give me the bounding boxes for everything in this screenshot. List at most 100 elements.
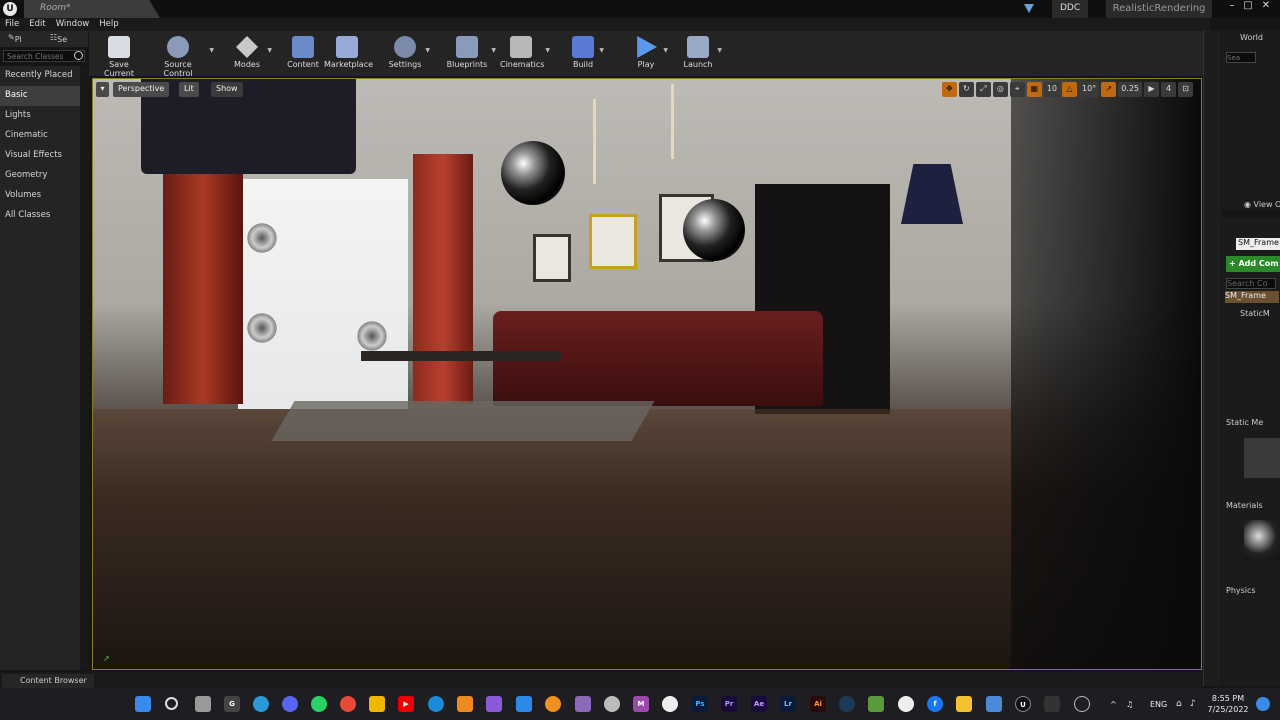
scene-picture-frame[interactable] [533,234,571,282]
scale-snap-value[interactable]: 0.25 [1118,82,1142,97]
minimize-icon[interactable]: – [1224,0,1240,14]
blender-icon[interactable] [545,696,561,712]
point-light-icon[interactable] [355,319,389,353]
cinematics-button[interactable]: Cinematics ▼ [500,33,550,73]
app-m-icon[interactable]: M [633,696,649,712]
category-recently-placed[interactable]: Recently Placed [0,66,80,86]
search-icon[interactable] [165,697,178,710]
unreal-taskbar-icon[interactable]: U [1015,696,1031,712]
perspective-button[interactable]: Perspective [113,82,170,97]
scale-tool-icon[interactable]: ⤢ [975,82,991,97]
photoshop-icon[interactable]: Ps [692,696,708,712]
section-static-mesh[interactable]: Static Me [1226,418,1263,427]
volume-icon[interactable]: ♪ [1190,699,1196,709]
start-icon[interactable] [135,696,151,712]
after-effects-icon[interactable]: Ae [751,696,767,712]
section-materials[interactable]: Materials [1226,501,1263,510]
view-options-button[interactable]: ◉ View O [1244,200,1280,209]
build-button[interactable]: Build ▼ [570,33,604,73]
reflection-capture-icon[interactable] [501,141,565,205]
visual-studio-icon[interactable] [486,696,502,712]
sublime-icon[interactable] [457,696,473,712]
menu-file[interactable]: File [0,18,24,30]
photos-icon[interactable] [986,696,1002,712]
point-light-icon[interactable] [245,311,279,345]
component-search-input[interactable]: Search Co [1226,278,1276,289]
actor-name-field[interactable]: SM_Frame [1236,238,1280,250]
language-indicator[interactable]: ENG [1150,700,1167,709]
system-clock[interactable]: 8:55 PM 7/25/2022 [1206,693,1250,715]
category-cinematic[interactable]: Cinematic [0,126,80,146]
menu-help[interactable]: Help [94,18,123,30]
search-classes-input[interactable] [3,50,85,62]
premiere-icon[interactable]: Pr [721,696,737,712]
lightroom-icon[interactable]: Lr [780,696,796,712]
content-browser-tab[interactable]: Content Browser [2,674,94,688]
app-g-icon[interactable]: G [224,696,240,712]
reflection-capture-icon[interactable] [683,199,745,261]
telegram-icon[interactable] [253,696,269,712]
youtube-icon[interactable]: ▶ [398,696,414,712]
category-volumes[interactable]: Volumes [0,186,80,206]
category-basic[interactable]: Basic [0,86,80,106]
rotate-snap-value[interactable]: 10° [1079,82,1100,97]
save-current-button[interactable]: Save Current [95,33,143,78]
category-lights[interactable]: Lights [0,106,80,126]
viewport-options-button[interactable]: ▾ [96,82,109,97]
ddc-indicator[interactable]: DDC [1052,0,1089,18]
rotate-snap-icon[interactable]: △ [1062,82,1077,97]
category-geometry[interactable]: Geometry [0,166,80,186]
edge-icon[interactable] [428,696,444,712]
whatsapp-icon[interactable] [311,696,327,712]
mic-icon[interactable]: ♫ [1126,700,1133,709]
level-tab[interactable]: Room* [24,0,160,18]
add-component-button[interactable]: + Add Com [1226,256,1280,272]
world-space-icon[interactable]: ◎ [992,82,1008,97]
file-explorer-icon[interactable] [956,696,972,712]
vscode-icon[interactable] [516,696,532,712]
content-button[interactable]: Content [286,33,320,73]
launch-button[interactable]: Launch ▼ [682,33,722,73]
close-icon[interactable]: ✕ [1258,0,1274,14]
show-button[interactable]: Show [211,82,243,97]
fusion-icon[interactable] [604,696,620,712]
tab-search[interactable]: ☷ Se [50,33,67,44]
menu-window[interactable]: Window [51,18,95,30]
translate-tool-icon[interactable]: ✥ [941,82,957,97]
notes-icon[interactable] [575,696,591,712]
level-viewport[interactable]: ▾ Perspective Lit Show ✥ ↻ ⤢ ◎ ⌖ ▦ 10 △ 10° ↗ 0.25… [92,78,1202,670]
steam-icon[interactable] [839,696,855,712]
illustrator-icon[interactable]: Ai [810,696,826,712]
network-icon[interactable]: ⌂ [1176,699,1182,709]
camera-speed-value[interactable]: 4 [1161,82,1176,97]
menu-edit[interactable]: Edit [24,18,50,30]
tray-chevron-icon[interactable]: ^ [1110,700,1117,709]
marketplace-button[interactable]: Marketplace [324,33,373,73]
category-all-classes[interactable]: All Classes [0,206,80,226]
grid-snap-value[interactable]: 10 [1043,82,1060,97]
minecraft-icon[interactable] [868,696,884,712]
misc-app-icon[interactable] [1074,696,1090,712]
notifications-icon[interactable] [1256,697,1270,711]
notification-icon[interactable] [1024,4,1034,13]
app-g2-icon[interactable] [662,696,678,712]
section-physics[interactable]: Physics [1226,586,1256,595]
material-thumbnail[interactable] [1244,520,1280,560]
capture-icon[interactable] [1044,696,1060,712]
outliner-search-input[interactable] [1226,52,1256,63]
task-view-icon[interactable] [195,696,211,712]
chrome-icon[interactable] [340,696,356,712]
drive-icon[interactable] [369,696,385,712]
surface-snap-icon[interactable]: ⌖ [1009,82,1025,97]
settings-button[interactable]: Settings ▼ [388,33,430,73]
modes-button[interactable]: Modes ▼ [230,33,272,73]
static-mesh-thumbnail[interactable] [1244,438,1280,478]
rotate-tool-icon[interactable]: ↻ [958,82,974,97]
facebook-icon[interactable]: f [927,696,943,712]
tab-place[interactable]: ✎ Pl [8,33,22,44]
wp-icon[interactable] [898,696,914,712]
maximize-viewport-icon[interactable]: ⊡ [1178,82,1193,97]
lit-button[interactable]: Lit [179,82,199,97]
selected-picture-frame[interactable] [589,214,637,269]
blueprints-button[interactable]: Blueprints ▼ [446,33,496,73]
